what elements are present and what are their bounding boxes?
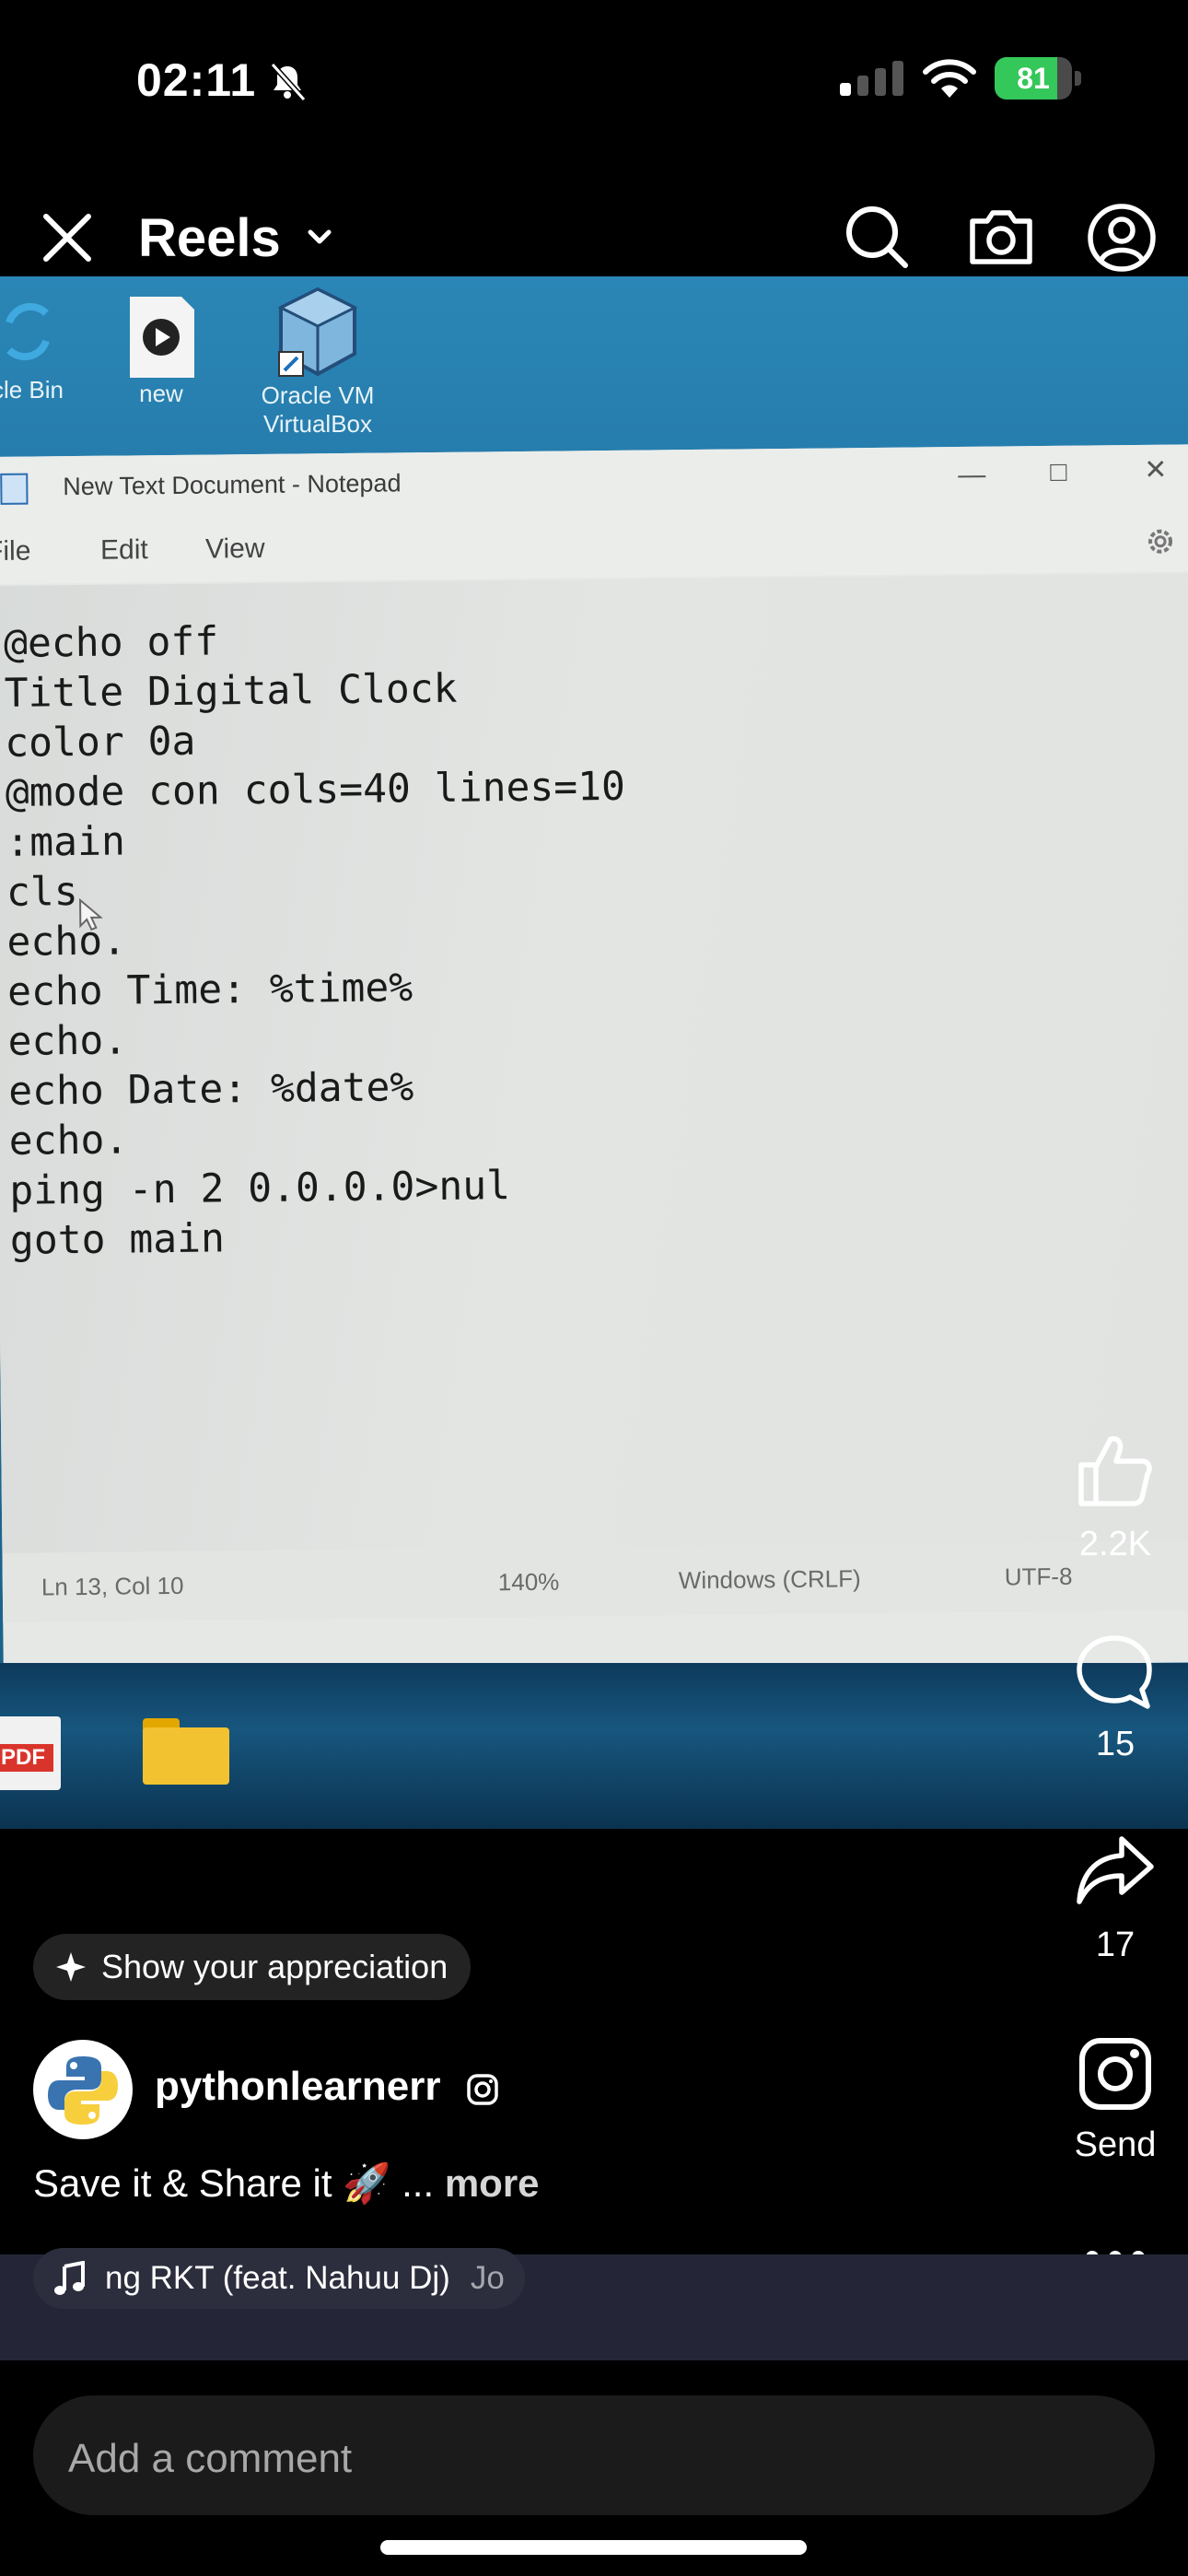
maximize-icon: □ bbox=[1050, 456, 1067, 487]
chevron-down-icon[interactable] bbox=[304, 221, 335, 252]
code-line: goto main bbox=[9, 1215, 226, 1264]
comment-input[interactable]: Add a comment bbox=[33, 2395, 1155, 2515]
code-line: ping -n 2 0.0.0.0>nul bbox=[9, 1163, 511, 1214]
mouse-cursor-icon bbox=[79, 897, 103, 931]
music-note-icon bbox=[54, 2261, 85, 2295]
cursor-position: Ln 13, Col 10 bbox=[41, 1571, 184, 1601]
share-count: 17 bbox=[1095, 1926, 1136, 1964]
instagram-badge-icon bbox=[467, 2074, 498, 2105]
pdf-file-icon: PDF bbox=[0, 1716, 61, 1790]
notepad-menubar: File Edit View bbox=[0, 505, 1188, 584]
code-line: echo. bbox=[7, 1017, 128, 1065]
like-count: 2.2K bbox=[1078, 1525, 1152, 1563]
music-track-pill[interactable]: ng RKT (feat. Nahuu Dj) Jo bbox=[33, 2248, 525, 2309]
share-arrow-icon[interactable] bbox=[1074, 1833, 1157, 1907]
battery-level: 81 bbox=[1017, 62, 1050, 95]
code-line: echo. bbox=[6, 918, 127, 966]
cellular-signal-icon bbox=[840, 61, 903, 96]
zoom-level: 140% bbox=[497, 1567, 560, 1597]
recycle-bin-desktop-icon: cle Bin bbox=[0, 295, 74, 404]
menu-view: View bbox=[204, 533, 265, 565]
virtualbox-desktop-icon: Oracle VM VirtualBox bbox=[258, 286, 378, 439]
profile-icon[interactable] bbox=[1087, 203, 1157, 273]
python-logo-icon bbox=[48, 2056, 118, 2125]
appreciation-label: Show your appreciation bbox=[101, 1948, 448, 1985]
username[interactable]: pythonlearnerr bbox=[155, 2064, 441, 2110]
send-label[interactable]: Send bbox=[1042, 2125, 1188, 2165]
battery-icon: 81 bbox=[995, 57, 1083, 100]
wifi-icon bbox=[923, 59, 976, 98]
desktop-wallpaper: PDF bbox=[0, 1663, 1188, 1829]
folder-icon bbox=[143, 1718, 229, 1785]
caption-text: Save it & Share it 🚀 ... bbox=[33, 2161, 445, 2205]
code-line: @mode con cols=40 lines=10 bbox=[5, 763, 626, 816]
close-icon[interactable] bbox=[37, 207, 98, 268]
show-appreciation-button[interactable]: Show your appreciation bbox=[33, 1934, 472, 2000]
code-line: cls bbox=[6, 869, 78, 916]
caption[interactable]: Save it & Share it 🚀 ... more bbox=[33, 2161, 540, 2207]
notepad-window: New Text Document - Notepad — □ ✕ File E… bbox=[0, 444, 1188, 1675]
code-line: echo Time: %time% bbox=[6, 965, 413, 1015]
line-ending: Windows (CRLF) bbox=[678, 1564, 861, 1595]
menu-file: File bbox=[0, 535, 31, 568]
new-video-desktop-icon: new bbox=[115, 295, 207, 408]
camera-icon[interactable] bbox=[965, 203, 1037, 271]
music-next: Jo bbox=[470, 2260, 505, 2296]
home-indicator[interactable] bbox=[380, 2540, 807, 2555]
reels-title[interactable]: Reels bbox=[138, 207, 281, 269]
comment-count: 15 bbox=[1095, 1725, 1136, 1763]
notepad-doc-icon bbox=[0, 473, 29, 505]
instagram-send-icon[interactable] bbox=[1077, 2036, 1153, 2112]
code-line: @echo off bbox=[3, 618, 219, 667]
minimize-icon: — bbox=[958, 459, 986, 491]
notepad-statusbar: Ln 13, Col 10 140% Windows (CRLF) UTF-8 bbox=[2, 1540, 1188, 1622]
notepad-title: New Text Document - Notepad bbox=[63, 469, 402, 501]
comment-placeholder: Add a comment bbox=[68, 2436, 353, 2481]
comment-bubble-icon[interactable] bbox=[1074, 1633, 1155, 1712]
window-close-icon: ✕ bbox=[1144, 454, 1168, 486]
code-line: Title Digital Clock bbox=[4, 665, 458, 717]
sparkle-icon bbox=[56, 1952, 86, 1982]
status-time: 02:11 bbox=[136, 54, 257, 106]
notepad-editor: @echo off Title Digital Clock color 0a @… bbox=[0, 573, 1188, 1553]
code-line: echo Date: %date% bbox=[7, 1064, 414, 1115]
avatar[interactable] bbox=[33, 2040, 133, 2139]
gear-icon bbox=[1148, 529, 1173, 554]
code-line: :main bbox=[6, 818, 126, 866]
like-thumb-icon[interactable] bbox=[1076, 1432, 1155, 1509]
search-icon[interactable] bbox=[843, 203, 911, 271]
music-title: ng RKT (feat. Nahuu Dj) bbox=[105, 2260, 450, 2296]
menu-edit: Edit bbox=[99, 534, 148, 566]
code-line: color 0a bbox=[4, 718, 196, 767]
bell-muted-icon bbox=[270, 62, 307, 101]
encoding: UTF-8 bbox=[1004, 1562, 1073, 1591]
code-line: echo. bbox=[8, 1117, 129, 1165]
reel-video[interactable]: cle Bin new Oracle VM VirtualBox New Tex… bbox=[0, 276, 1188, 1829]
caption-more-link[interactable]: more bbox=[445, 2161, 540, 2205]
